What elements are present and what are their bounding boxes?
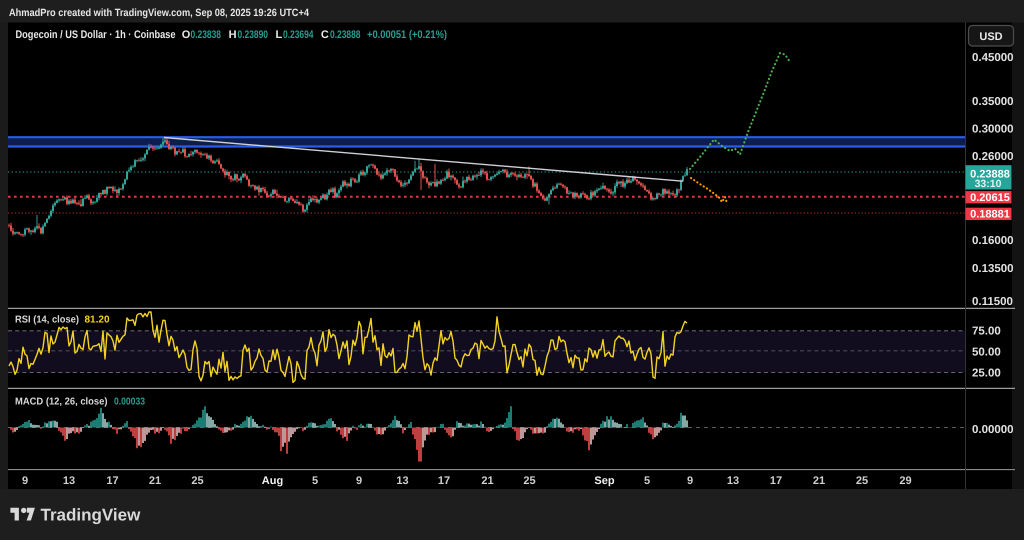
svg-text:25: 25 [856, 475, 868, 487]
svg-text:0.13500: 0.13500 [972, 263, 1014, 275]
svg-text:25: 25 [191, 475, 203, 487]
svg-text:13: 13 [396, 475, 408, 487]
svg-text:0.23888: 0.23888 [330, 29, 361, 41]
svg-text:AhmadPro created with TradingV: AhmadPro created with TradingView.com, S… [9, 7, 309, 19]
svg-text:9: 9 [22, 475, 28, 487]
svg-text:L: L [276, 29, 283, 41]
svg-text:Aug: Aug [262, 475, 283, 487]
svg-text:9: 9 [687, 475, 693, 487]
svg-text:0.35000: 0.35000 [972, 96, 1014, 108]
svg-text:USD: USD [979, 31, 1002, 43]
svg-text:0.23838: 0.23838 [191, 29, 222, 41]
svg-text:13: 13 [63, 475, 75, 487]
svg-text:50.00: 50.00 [972, 347, 1001, 359]
svg-text:0.16000: 0.16000 [972, 235, 1014, 247]
svg-text:17: 17 [438, 475, 450, 487]
svg-text:21: 21 [813, 475, 825, 487]
svg-text:17: 17 [770, 475, 782, 487]
svg-text:TradingView: TradingView [41, 505, 142, 524]
svg-text:0.00033: 0.00033 [114, 397, 145, 408]
svg-text:MACD (12, 26, close): MACD (12, 26, close) [15, 397, 108, 408]
svg-text:RSI (14, close): RSI (14, close) [15, 315, 79, 326]
svg-text:0.00000: 0.00000 [972, 424, 1014, 436]
svg-text:0.18881: 0.18881 [970, 209, 1010, 221]
svg-text:33:10: 33:10 [975, 178, 1002, 190]
svg-text:Dogecoin / US Dollar · 1h · Co: Dogecoin / US Dollar · 1h · Coinbase [16, 29, 176, 41]
svg-text:H: H [229, 29, 237, 41]
svg-text:Sep: Sep [594, 475, 614, 487]
svg-text:9: 9 [356, 475, 362, 487]
svg-text:0.23890: 0.23890 [238, 29, 269, 41]
svg-text:25: 25 [523, 475, 535, 487]
svg-text:0.45000: 0.45000 [972, 52, 1014, 64]
svg-text:0.20615: 0.20615 [970, 192, 1010, 204]
svg-text:25.00: 25.00 [972, 368, 1001, 380]
svg-text:+0.00051 (+0.21%): +0.00051 (+0.21%) [367, 29, 447, 41]
svg-text:81.20: 81.20 [85, 315, 110, 326]
svg-text:75.00: 75.00 [972, 326, 1001, 338]
svg-text:17: 17 [106, 475, 118, 487]
svg-text:0.30000: 0.30000 [972, 124, 1014, 136]
svg-text:O: O [182, 29, 191, 41]
svg-text:29: 29 [899, 475, 911, 487]
svg-text:13: 13 [727, 475, 739, 487]
svg-text:21: 21 [149, 475, 161, 487]
svg-text:0.11500: 0.11500 [972, 296, 1013, 308]
svg-text:21: 21 [481, 475, 493, 487]
svg-text:5: 5 [644, 475, 650, 487]
svg-text:5: 5 [312, 475, 318, 487]
svg-text:0.26000: 0.26000 [972, 151, 1014, 163]
svg-text:0.23694: 0.23694 [283, 29, 314, 41]
svg-text:C: C [321, 29, 329, 41]
